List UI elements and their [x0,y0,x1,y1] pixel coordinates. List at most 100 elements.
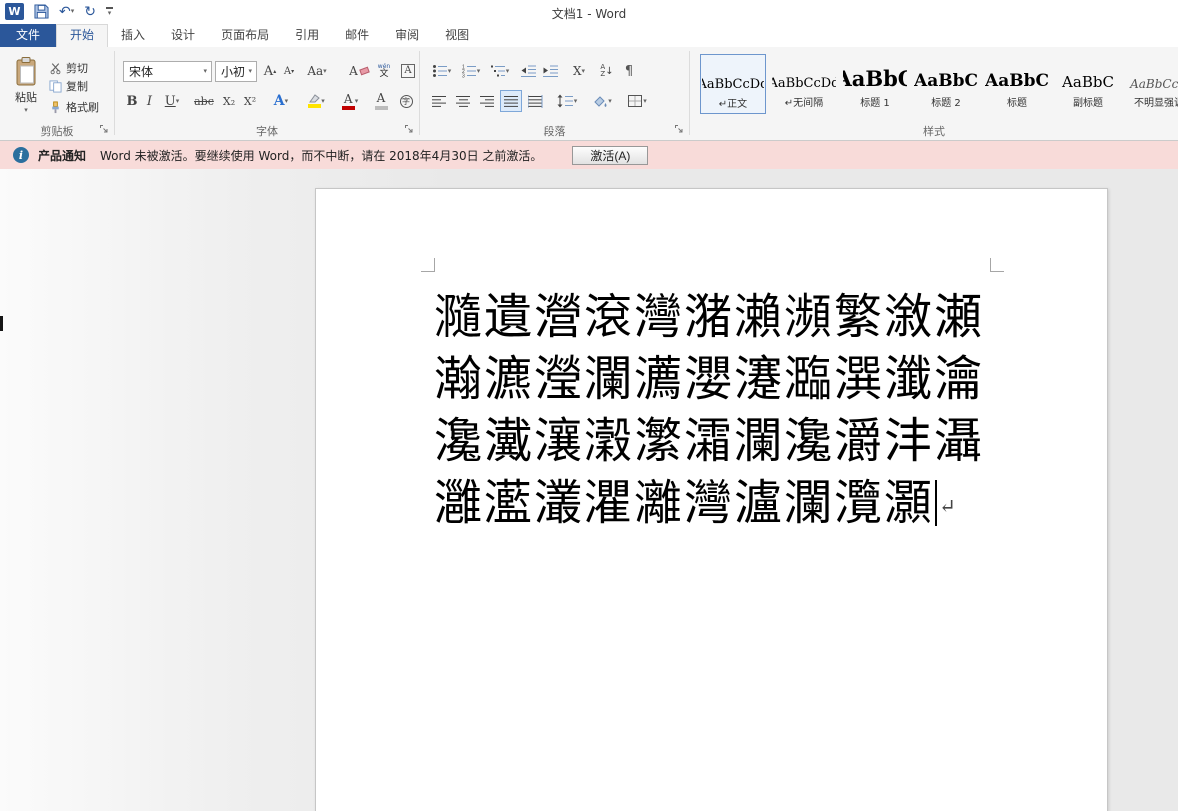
tab-mailings[interactable]: 邮件 [332,24,382,47]
font-dialog-launcher[interactable] [404,124,415,135]
paste-button[interactable]: 粘贴 ▾ [5,54,47,122]
borders-button[interactable]: ▾ [622,90,652,112]
increase-indent-button[interactable] [540,60,560,82]
highlight-color-swatch [308,104,321,108]
tab-view[interactable]: 视图 [432,24,482,47]
bold-button[interactable]: B [123,90,141,112]
decrease-indent-icon [520,64,537,78]
font-size-combobox[interactable]: 小初 ▾ [215,61,257,82]
style-subtle-emphasis[interactable]: AaBbCcD 不明显强调 [1126,54,1178,114]
multilevel-list-button[interactable]: ▾ [486,60,513,82]
titlebar: W ↶ ▾ ↻ ▾ 文档1 - Word [0,0,1178,24]
align-right-button[interactable] [476,90,498,112]
numbering-icon: 123 [461,64,477,78]
style-normal[interactable]: AaBbCcDd ↵正文 [700,54,766,114]
font-name-caret-icon[interactable]: ▾ [203,68,211,75]
font-color-icon: A [342,93,355,110]
grow-font-button[interactable]: A▴ [261,60,279,82]
info-icon: i [13,147,29,163]
character-shading-button[interactable]: A [371,90,391,112]
asian-layout-caret-icon: ▾ [582,68,586,75]
show-hide-marks-button[interactable]: ¶ [620,60,638,82]
tab-file[interactable]: 文件 [0,24,56,47]
ribbon-tab-bar: 文件 开始 插入 设计 页面布局 引用 邮件 审阅 视图 [0,24,1178,47]
line-spacing-button[interactable]: ▾ [552,90,582,112]
shrink-font-button[interactable]: A▾ [280,60,298,82]
multilevel-list-icon [490,64,506,78]
document-area[interactable]: 瀡遺瀯滾灣潴瀨瀕繁漵瀬 瀚瀌瀅瀾瀳瀴瀽瀶潠瀸瀹 瀺瀻瀼瀔瀿灀瀾瀺灂沣灄 灉灆灇灈… [0,169,1178,811]
decrease-indent-button[interactable] [518,60,538,82]
activate-button[interactable]: 激活(A) [572,146,648,165]
sort-arrow-icon: ↓ [605,66,613,77]
paragraph-dialog-launcher[interactable] [674,124,685,135]
caret-down-tiny-icon: ▾ [291,68,294,75]
style-heading-1[interactable]: AaBbC 标题 1 [842,54,908,114]
align-center-button[interactable] [452,90,474,112]
borders-icon [627,94,643,108]
style-heading-2[interactable]: AaBbC 标题 2 [913,54,979,114]
cut-button[interactable]: 剪切 [49,60,88,76]
change-case-button[interactable]: Aa ▾ [303,60,331,82]
clear-formatting-button[interactable]: A [348,60,370,82]
italic-button[interactable]: I [142,90,157,112]
tab-insert[interactable]: 插入 [108,24,158,47]
tab-page-layout[interactable]: 页面布局 [208,24,282,47]
tab-home[interactable]: 开始 [56,24,108,47]
group-clipboard: 粘贴 ▾ 剪切 复制 [0,47,114,140]
asian-layout-icon: X [573,64,582,78]
justify-icon [504,95,519,108]
text-effects-button[interactable]: A ▾ [267,90,295,112]
style-title[interactable]: AaBbC 标题 [984,54,1050,114]
clipboard-group-label: 剪贴板 [0,123,114,139]
align-left-button[interactable] [428,90,450,112]
enclose-characters-button[interactable]: 字 [396,90,416,112]
notice-title: 产品通知 [38,147,86,164]
font-name-combobox[interactable]: 宋体 ▾ [123,61,212,82]
text-effects-caret-icon: ▾ [285,98,289,105]
paragraph-return-mark: ↵ [939,494,956,518]
document-line[interactable]: 瀡遺瀯滾灣潴瀨瀕繁漵瀬 [434,286,984,348]
document-text[interactable]: 瀡遺瀯滾灣潴瀨瀕繁漵瀬 瀚瀌瀅瀾瀳瀴瀽瀶潠瀸瀹 瀺瀻瀼瀔瀿灀瀾瀺灂沣灄 灉灆灇灈… [434,286,984,537]
style-subtitle[interactable]: AaBbC 副标题 [1055,54,1121,114]
style-no-spacing[interactable]: AaBbCcDd ↵无间隔 [771,54,837,114]
font-color-swatch [342,106,355,110]
distribute-button[interactable] [524,90,546,112]
asian-layout-button[interactable]: X ▾ [566,60,592,82]
format-painter-icon [49,101,62,114]
tab-references[interactable]: 引用 [282,24,332,47]
highlight-color-button[interactable]: ▾ [301,90,331,112]
svg-text:3: 3 [462,74,465,79]
strikethrough-button[interactable]: abc [191,90,217,112]
superscript-button[interactable]: X² [240,90,260,112]
style-name: 标题 1 [843,94,907,109]
highlight-caret-icon: ▾ [321,98,325,105]
clipboard-dialog-launcher[interactable] [99,124,110,135]
document-line[interactable]: 灉灆灇灈灕灣瀘瀾灠灝↵ [434,472,984,537]
document-page[interactable]: 瀡遺瀯滾灣潴瀨瀕繁漵瀬 瀚瀌瀅瀾瀳瀴瀽瀶潠瀸瀹 瀺瀻瀼瀔瀿灀瀾瀺灂沣灄 灉灆灇灈… [315,188,1108,811]
format-painter-button[interactable]: 格式刷 [49,99,99,115]
tab-design[interactable]: 设计 [158,24,208,47]
tab-review[interactable]: 审阅 [382,24,432,47]
document-line[interactable]: 瀺瀻瀼瀔瀿灀瀾瀺灂沣灄 [434,410,984,472]
style-name: 标题 [985,94,1049,109]
phonetic-base-glyph: 文 [379,70,388,79]
paragraph-group-label: 段落 [420,123,689,139]
style-name: 标题 2 [914,94,978,109]
underline-button[interactable]: U ▾ [159,90,185,112]
document-line[interactable]: 瀚瀌瀅瀾瀳瀴瀽瀶潠瀸瀹 [434,348,984,410]
text-boundary-mark-left [421,258,435,272]
text-effects-icon: A [274,93,285,109]
shading-swatch [375,106,388,110]
text-cursor [935,480,937,526]
character-border-button[interactable]: A [398,60,418,82]
shading-button[interactable]: ▾ [588,90,616,112]
bullets-button[interactable]: ▾ [428,60,455,82]
subscript-button[interactable]: X₂ [219,90,239,112]
font-color-button[interactable]: A ▾ [335,90,365,112]
numbering-button[interactable]: 123 ▾ [457,60,484,82]
justify-button[interactable] [500,90,522,112]
font-size-caret-icon[interactable]: ▾ [248,68,256,75]
sort-button[interactable]: AZ ↓ [596,60,618,82]
copy-button[interactable]: 复制 [49,78,88,94]
phonetic-guide-button[interactable]: wén 文 [374,60,394,82]
